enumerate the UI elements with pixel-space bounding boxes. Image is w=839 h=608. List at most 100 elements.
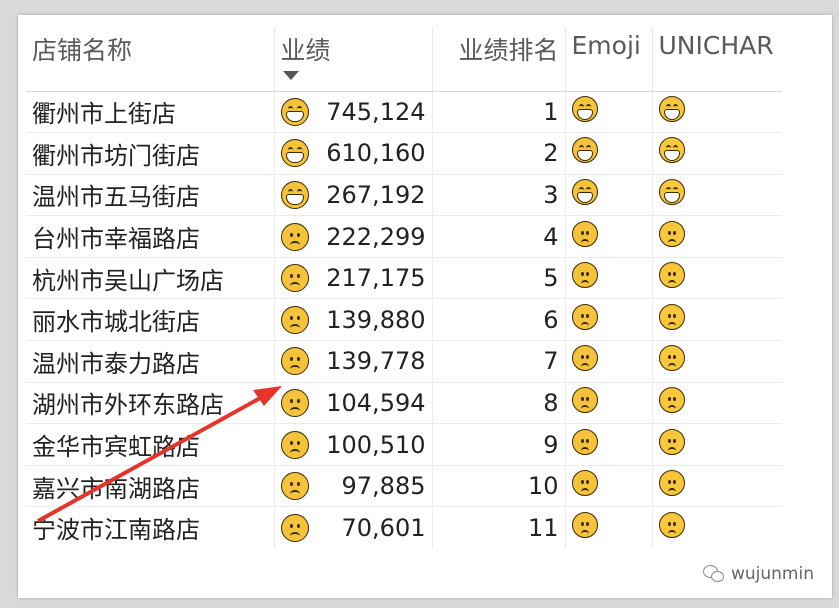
worried-face-icon	[280, 472, 309, 501]
unichar-cell	[652, 256, 782, 299]
emoji-cell	[565, 381, 653, 424]
performance-value: 70,601	[341, 513, 426, 542]
table-row[interactable]: 温州市五马街店 267,192 3	[26, 173, 782, 216]
table-row[interactable]: 杭州市吴山广场店 217,175 5	[26, 256, 782, 299]
performance-cell: 70,601	[274, 506, 433, 549]
grinning-face-icon	[280, 139, 309, 168]
worried-face-icon	[280, 430, 309, 459]
table-row[interactable]: 衢州市上街店 745,124 1	[26, 90, 782, 133]
grinning-face-icon	[658, 137, 685, 164]
column-header-rank[interactable]: 业绩排名	[432, 27, 566, 92]
performance-cell: 104,594	[274, 381, 433, 424]
rank-cell: 5	[432, 256, 566, 299]
performance-cell: 745,124	[274, 90, 433, 133]
performance-cell: 267,192	[274, 173, 433, 216]
grinning-face-icon	[571, 178, 598, 205]
store-name-cell: 宁波市江南路店	[26, 506, 275, 549]
table-row[interactable]: 温州市泰力路店 139,778 7	[26, 340, 782, 383]
performance-cell: 610,160	[274, 132, 433, 175]
worried-face-icon	[658, 345, 685, 372]
worried-face-icon	[658, 386, 685, 413]
store-name-cell: 衢州市上街店	[26, 90, 275, 133]
performance-value: 745,124	[326, 97, 426, 126]
table-header-row: 店铺名称 业绩 业绩排名 Emoji UNICHAR	[26, 27, 782, 92]
emoji-cell	[565, 298, 653, 341]
rank-cell: 10	[432, 464, 566, 507]
worried-face-icon	[571, 386, 598, 413]
store-name-cell: 湖州市外环东路店	[26, 381, 275, 424]
performance-cell: 222,299	[274, 215, 433, 258]
worried-face-icon	[658, 428, 685, 455]
worried-face-icon	[571, 262, 598, 289]
performance-value: 267,192	[326, 180, 426, 209]
performance-value: 104,594	[326, 388, 426, 417]
store-name-cell: 杭州市吴山广场店	[26, 256, 275, 299]
emoji-cell	[565, 132, 653, 175]
emoji-cell	[565, 173, 653, 216]
emoji-cell	[565, 423, 653, 466]
worried-face-icon	[658, 220, 685, 247]
watermark: wujunmin	[702, 564, 814, 584]
unichar-cell	[652, 506, 782, 549]
emoji-cell	[565, 464, 653, 507]
worried-face-icon	[280, 388, 309, 417]
table-row[interactable]: 宁波市江南路店 70,601 11	[26, 506, 782, 549]
unichar-cell	[652, 340, 782, 383]
emoji-cell	[565, 506, 653, 549]
sort-descending-caret-icon[interactable]	[282, 71, 299, 80]
performance-value: 100,510	[326, 430, 426, 459]
emoji-cell	[565, 256, 653, 299]
rank-cell: 3	[432, 173, 566, 216]
unichar-cell	[652, 381, 782, 424]
table-row[interactable]: 台州市幸福路店 222,299 4	[26, 215, 782, 258]
worried-face-icon	[571, 428, 598, 455]
store-name-cell: 温州市泰力路店	[26, 340, 275, 383]
worried-face-icon	[571, 345, 598, 372]
performance-value: 610,160	[326, 139, 426, 168]
grinning-face-icon	[571, 137, 598, 164]
unichar-cell	[652, 423, 782, 466]
performance-cell: 139,778	[274, 340, 433, 383]
rank-cell: 2	[432, 132, 566, 175]
store-name-cell: 温州市五马街店	[26, 173, 275, 216]
rank-cell: 7	[432, 340, 566, 383]
performance-cell: 97,885	[274, 464, 433, 507]
table-row[interactable]: 丽水市城北街店 139,880 6	[26, 298, 782, 341]
grinning-face-icon	[658, 95, 685, 122]
table-row[interactable]: 嘉兴市南湖路店 97,885 10	[26, 464, 782, 507]
grinning-face-icon	[658, 178, 685, 205]
performance-value: 97,885	[341, 472, 426, 501]
emoji-cell	[565, 215, 653, 258]
rank-cell: 11	[432, 506, 566, 549]
worried-face-icon	[280, 513, 309, 542]
wechat-icon	[702, 565, 725, 583]
performance-cell: 139,880	[274, 298, 433, 341]
table-row[interactable]: 湖州市外环东路店 104,594 8	[26, 381, 782, 424]
performance-value: 222,299	[326, 222, 426, 251]
table-row[interactable]: 金华市宾虹路店 100,510 9	[26, 423, 782, 466]
worried-face-icon	[571, 303, 598, 330]
table-row[interactable]: 衢州市坊门街店 610,160 2	[26, 132, 782, 175]
worried-face-icon	[280, 222, 309, 251]
performance-value: 139,778	[326, 347, 426, 376]
store-name-cell: 嘉兴市南湖路店	[26, 464, 275, 507]
grinning-face-icon	[571, 95, 598, 122]
unichar-cell	[652, 90, 782, 133]
rank-cell: 1	[432, 90, 566, 133]
grinning-face-icon	[280, 97, 309, 126]
performance-value: 139,880	[326, 305, 426, 334]
unichar-cell	[652, 132, 782, 175]
column-header-performance[interactable]: 业绩	[274, 27, 433, 92]
rank-cell: 6	[432, 298, 566, 341]
store-name-cell: 金华市宾虹路店	[26, 423, 275, 466]
column-header-store[interactable]: 店铺名称	[26, 27, 275, 92]
unichar-cell	[652, 215, 782, 258]
column-header-emoji[interactable]: Emoji	[565, 27, 653, 92]
report-card: 店铺名称 业绩 业绩排名 Emoji UNICHAR 衢州市上街店 745,124…	[18, 15, 832, 598]
column-header-unichar[interactable]: UNICHAR	[652, 27, 782, 92]
worried-face-icon	[658, 470, 685, 497]
store-name-cell: 衢州市坊门街店	[26, 132, 275, 175]
worried-face-icon	[571, 511, 598, 538]
unichar-cell	[652, 298, 782, 341]
worried-face-icon	[571, 220, 598, 247]
